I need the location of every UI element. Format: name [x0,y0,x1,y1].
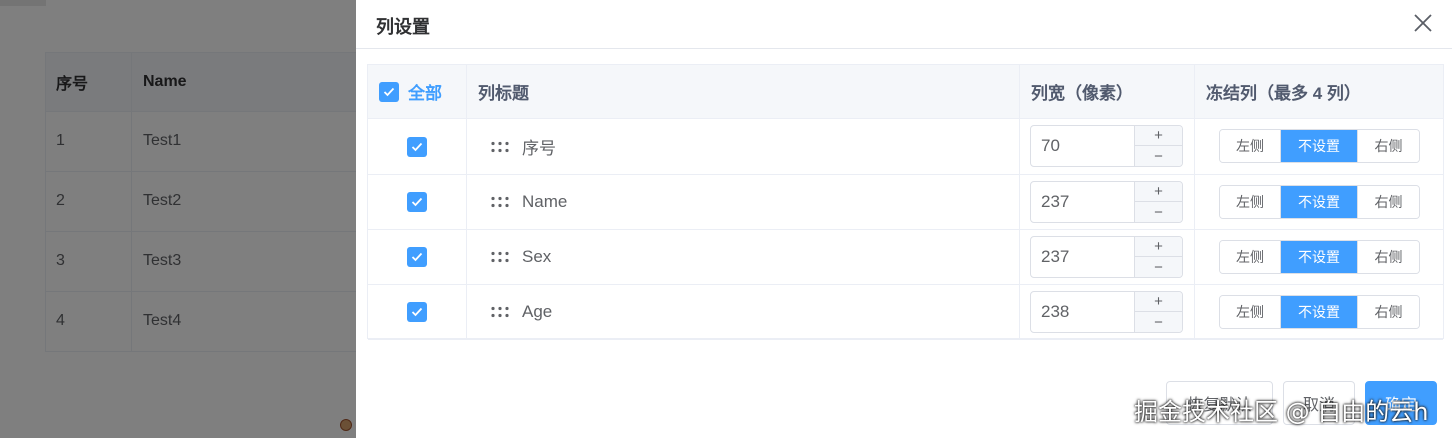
freeze-left-button[interactable]: 左侧 [1220,186,1281,218]
check-icon [411,142,423,151]
row-title-cell: Name [467,175,1020,229]
column-settings-table: 全部 列标题 列宽（像素） 冻结列（最多 4 列） 序号 70 + − 左侧 不… [367,64,1444,340]
freeze-none-button[interactable]: 不设置 [1281,186,1357,218]
freeze-radio-group: 左侧 不设置 右侧 [1219,240,1420,274]
row-title: Age [522,302,553,321]
header-freeze-column: 冻结列（最多 4 列） [1206,84,1361,103]
row-check-cell [368,230,467,284]
stepper-controls: + − [1134,126,1182,166]
table-row: Age + − 左侧 不设置 右侧 [368,285,1443,340]
increase-button[interactable]: + [1135,292,1182,312]
row-freeze-cell: 左侧 不设置 右侧 [1195,230,1443,284]
drag-handle-icon[interactable] [490,196,510,208]
increase-button[interactable]: + [1135,126,1182,146]
column-settings-drawer: 列设置 全部 列标题 列宽（像素） 冻结列（最多 4 列） 序号 70 + − … [356,0,1452,438]
check-icon [411,197,423,207]
row-check-cell [368,175,467,229]
decrease-button[interactable]: − [1135,146,1182,166]
table-header: 全部 列标题 列宽（像素） 冻结列（最多 4 列） [368,65,1443,119]
table-row: Sex + − 左侧 不设置 右侧 [368,230,1443,285]
row-title-cell: Sex [467,230,1020,284]
drag-handle-icon[interactable] [490,141,510,153]
header-column-title: 列标题 [467,65,1020,118]
freeze-radio-group: 左侧 不设置 右侧 [1219,185,1420,219]
freeze-left-button[interactable]: 左侧 [1220,296,1281,328]
row-width-cell: + − [1020,230,1195,284]
select-all-cell: 全部 [368,65,467,118]
width-input[interactable] [1041,126,1131,166]
stepper-controls: + − [1134,182,1182,222]
row-width-cell: + − [1020,175,1195,229]
drawer-divider [356,48,1452,49]
check-icon [383,87,395,96]
width-number-input: + − [1030,236,1183,278]
freeze-none-button[interactable]: 不设置 [1281,130,1357,162]
freeze-right-button[interactable]: 右侧 [1357,241,1419,273]
row-title-cell: Age [467,285,1020,339]
increase-button[interactable]: + [1135,182,1182,202]
freeze-right-button[interactable]: 右侧 [1357,130,1419,162]
width-input[interactable] [1041,182,1131,222]
drawer-title: 列设置 [376,17,430,37]
width-number-input: + − [1030,291,1183,333]
row-checkbox[interactable] [407,136,427,157]
freeze-radio-group: 左侧 不设置 右侧 [1219,129,1420,163]
row-title: Sex [522,247,552,266]
row-title: 序号 [522,139,556,158]
row-checkbox[interactable] [407,192,427,212]
freeze-left-button[interactable]: 左侧 [1220,241,1281,273]
decrease-button[interactable]: − [1135,312,1182,332]
width-input[interactable] [1041,237,1131,277]
check-icon [411,307,423,317]
row-title: Name [522,192,568,211]
stepper-controls: + − [1134,237,1182,277]
drag-handle-icon[interactable] [490,306,510,318]
watermark: 掘金技术社区 @ 自由的云h [1134,398,1429,426]
stepper-controls: + − [1134,292,1182,332]
increase-button[interactable]: + [1135,237,1182,257]
row-freeze-cell: 左侧 不设置 右侧 [1195,175,1443,229]
decrease-button[interactable]: − [1135,257,1182,277]
row-width-cell: + − [1020,285,1195,339]
decrease-button[interactable]: − [1135,202,1182,222]
freeze-radio-group: 左侧 不设置 右侧 [1219,295,1420,329]
freeze-none-button[interactable]: 不设置 [1281,241,1357,273]
table-row: Name + − 左侧 不设置 右侧 [368,175,1443,230]
drag-handle-icon[interactable] [490,251,510,263]
row-checkbox[interactable] [407,247,427,267]
row-width-cell: + − [1020,119,1195,174]
close-icon[interactable] [1412,12,1434,34]
freeze-right-button[interactable]: 右侧 [1357,296,1419,328]
check-icon [411,252,423,262]
row-check-cell [368,285,467,339]
table-row: 序号 + − 左侧 不设置 右侧 [368,119,1443,175]
width-input[interactable] [1041,292,1131,332]
row-freeze-cell: 左侧 不设置 右侧 [1195,119,1443,174]
freeze-right-button[interactable]: 右侧 [1357,186,1419,218]
freeze-none-button[interactable]: 不设置 [1281,296,1357,328]
row-check-cell [368,119,467,174]
select-all-label[interactable]: 全部 [408,79,442,104]
row-checkbox[interactable] [407,302,427,322]
header-column-width: 列宽（像素） [1020,65,1195,118]
freeze-left-button[interactable]: 左侧 [1220,130,1281,162]
row-freeze-cell: 左侧 不设置 右侧 [1195,285,1443,339]
width-number-input: + − [1030,181,1183,223]
width-number-input: + − [1030,125,1183,167]
row-title-cell: 序号 [467,119,1020,174]
select-all-checkbox[interactable] [379,81,399,102]
